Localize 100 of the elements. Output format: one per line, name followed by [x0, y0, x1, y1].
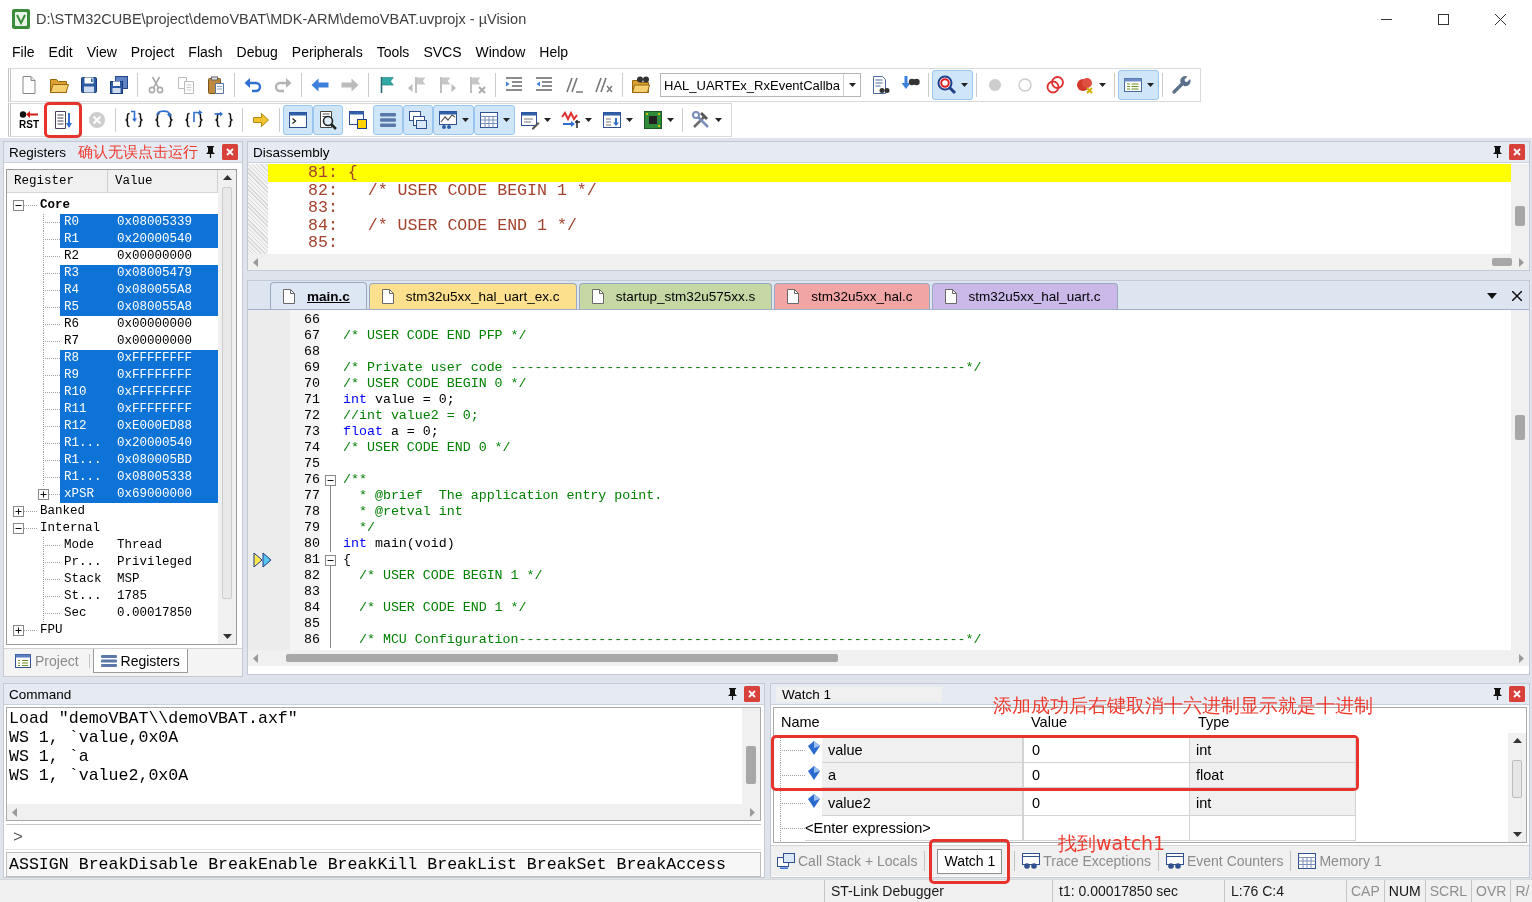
tree-row[interactable]: Stack MSP [60, 571, 218, 588]
horizontal-scrollbar[interactable] [248, 650, 1529, 666]
tree-row[interactable]: R11 0xFFFFFFFF [60, 401, 218, 418]
tree-row[interactable]: R5 0x080055A8 [60, 299, 218, 316]
scroll-thumb[interactable] [1512, 760, 1522, 798]
flag-left-arrow-icon [407, 75, 427, 95]
tree-row[interactable]: R1 0x20000540 [60, 231, 218, 248]
scroll-thumb[interactable] [222, 187, 232, 600]
tree-row[interactable]: R2 0x00000000 [60, 248, 218, 265]
tree-row[interactable]: R0 0x08005339 [60, 214, 218, 231]
register-value: 0x08005479 [116, 265, 192, 282]
folder-binoculars-icon [631, 75, 651, 95]
tree-row[interactable]: Mode Thread [60, 537, 218, 554]
toolbar-button[interactable] [403, 105, 433, 135]
menu-item[interactable]: File [5, 40, 42, 64]
register-value: 0xFFFFFFFF [116, 384, 192, 401]
tree-row[interactable]: R1... 0x080005BD [60, 452, 218, 469]
menu-item[interactable]: Help [532, 40, 576, 64]
tree-row[interactable]: xPSR 0x69000000 [60, 486, 218, 503]
tree-node[interactable]: Banked [38, 503, 87, 520]
vertical-scrollbar[interactable] [742, 708, 760, 804]
line-number: 75 [303, 456, 320, 472]
horizontal-scrollbar[interactable] [248, 254, 1529, 270]
line-number: 76 [303, 472, 320, 488]
tree-row[interactable]: R7 0x00000000 [60, 333, 218, 350]
pin-icon [1493, 146, 1502, 158]
toolbar-button[interactable] [283, 105, 313, 135]
tree-row[interactable]: R3 0x08005479 [60, 265, 218, 282]
menu-item[interactable]: Tools [369, 40, 417, 64]
code-line: float a = 0; [342, 424, 440, 440]
plus-box-icon[interactable] [12, 625, 24, 636]
menu-item[interactable]: View [79, 40, 124, 64]
menu-item[interactable]: Flash [181, 40, 230, 64]
menu-item[interactable]: Project [123, 40, 182, 64]
page-down-arrow-icon [53, 110, 73, 130]
tree-node[interactable]: Internal [38, 520, 102, 537]
tree-row[interactable]: R1... 0x08005338 [60, 469, 218, 486]
vertical-scrollbar[interactable] [1508, 733, 1526, 842]
panel-title: Disassembly [253, 144, 330, 160]
horizontal-scrollbar[interactable] [7, 804, 760, 820]
register-value: 0xFFFFFFFF [116, 401, 192, 418]
function-dropdown[interactable]: HAL_UARTEx_RxEventCallba [660, 73, 862, 97]
editor-tab[interactable]: main.c [270, 282, 367, 309]
editor-tab[interactable]: stm32u5xx_hal.c [774, 283, 930, 309]
scroll-thumb[interactable] [1515, 206, 1525, 226]
status-indicator: CAP [1346, 880, 1384, 902]
menu-item[interactable]: SVCS [416, 40, 469, 64]
code-line: * @retval int [357, 504, 464, 520]
caret-icon [715, 118, 722, 122]
plus-box-icon[interactable] [37, 489, 49, 500]
expression-input[interactable]: <Enter expression> [805, 816, 1023, 841]
vertical-scrollbar[interactable] [1511, 164, 1529, 254]
command-input[interactable]: > [6, 824, 761, 850]
toolbar-button[interactable] [474, 105, 515, 135]
slashes-cross-icon [594, 75, 614, 95]
tree-row[interactable]: R10 0xFFFFFFFF [60, 384, 218, 401]
binoculars-window-icon [1022, 853, 1041, 869]
floppy-disks-icon [109, 75, 129, 95]
tree-row[interactable]: R9 0xFFFFFFFF [60, 367, 218, 384]
menu-item[interactable]: Window [468, 40, 533, 64]
scroll-thumb[interactable] [1492, 258, 1512, 266]
register-value: 0x080005BD [116, 452, 192, 469]
scroll-thumb[interactable] [286, 654, 839, 662]
tree-row[interactable]: St... 1785 [60, 588, 218, 605]
toolbar-button[interactable] [313, 105, 343, 135]
tree-row[interactable]: R4 0x080055A8 [60, 282, 218, 299]
toolbar-button[interactable]: RST [14, 105, 44, 135]
variable-type: int [1190, 791, 1356, 816]
tree-row[interactable]: Pr... Privileged [60, 554, 218, 571]
tree-row[interactable]: R1... 0x20000540 [60, 435, 218, 452]
tree-row[interactable]: R12 0xE000ED88 [60, 418, 218, 435]
vertical-scrollbar[interactable] [1511, 310, 1529, 650]
minus-box-icon[interactable] [324, 554, 336, 566]
caret-icon [585, 118, 592, 122]
tree-row[interactable]: Sec 0.00017850 [60, 605, 218, 622]
register-name: R1... [63, 452, 103, 469]
column-header[interactable]: Register [7, 170, 108, 192]
tree-row[interactable]: R6 0x00000000 [60, 316, 218, 333]
binoculars-window-icon [1165, 853, 1184, 869]
editor-tab[interactable]: stm32u5xx_hal_uart_ex.c [368, 283, 577, 309]
minus-box-icon[interactable] [12, 523, 24, 534]
tree-node[interactable]: FPU [38, 622, 65, 639]
minus-box-icon[interactable] [12, 200, 24, 211]
menu-item[interactable]: Edit [41, 40, 80, 64]
plus-box-icon[interactable] [12, 506, 24, 517]
menu-item[interactable]: Debug [229, 40, 285, 64]
toolbar-button[interactable] [932, 70, 974, 100]
editor-tab[interactable]: startup_stm32u575xx.s [578, 283, 773, 309]
scroll-thumb[interactable] [746, 746, 756, 784]
editor-tab[interactable]: stm32u5xx_hal_uart.c [931, 283, 1118, 309]
panel-tab[interactable]: Watch 1 [937, 848, 1003, 874]
scroll-thumb[interactable] [1515, 415, 1525, 441]
tree-row[interactable]: R8 0xFFFFFFFF [60, 350, 218, 367]
tree-node[interactable]: Core [38, 197, 72, 214]
menu-item[interactable]: Peripherals [284, 40, 370, 64]
vertical-scrollbar[interactable] [218, 170, 236, 644]
close-icon [1495, 13, 1506, 25]
minus-box-icon[interactable] [324, 474, 336, 486]
panel-tab[interactable]: Registers [92, 649, 188, 673]
toolbar-button[interactable] [433, 105, 474, 135]
